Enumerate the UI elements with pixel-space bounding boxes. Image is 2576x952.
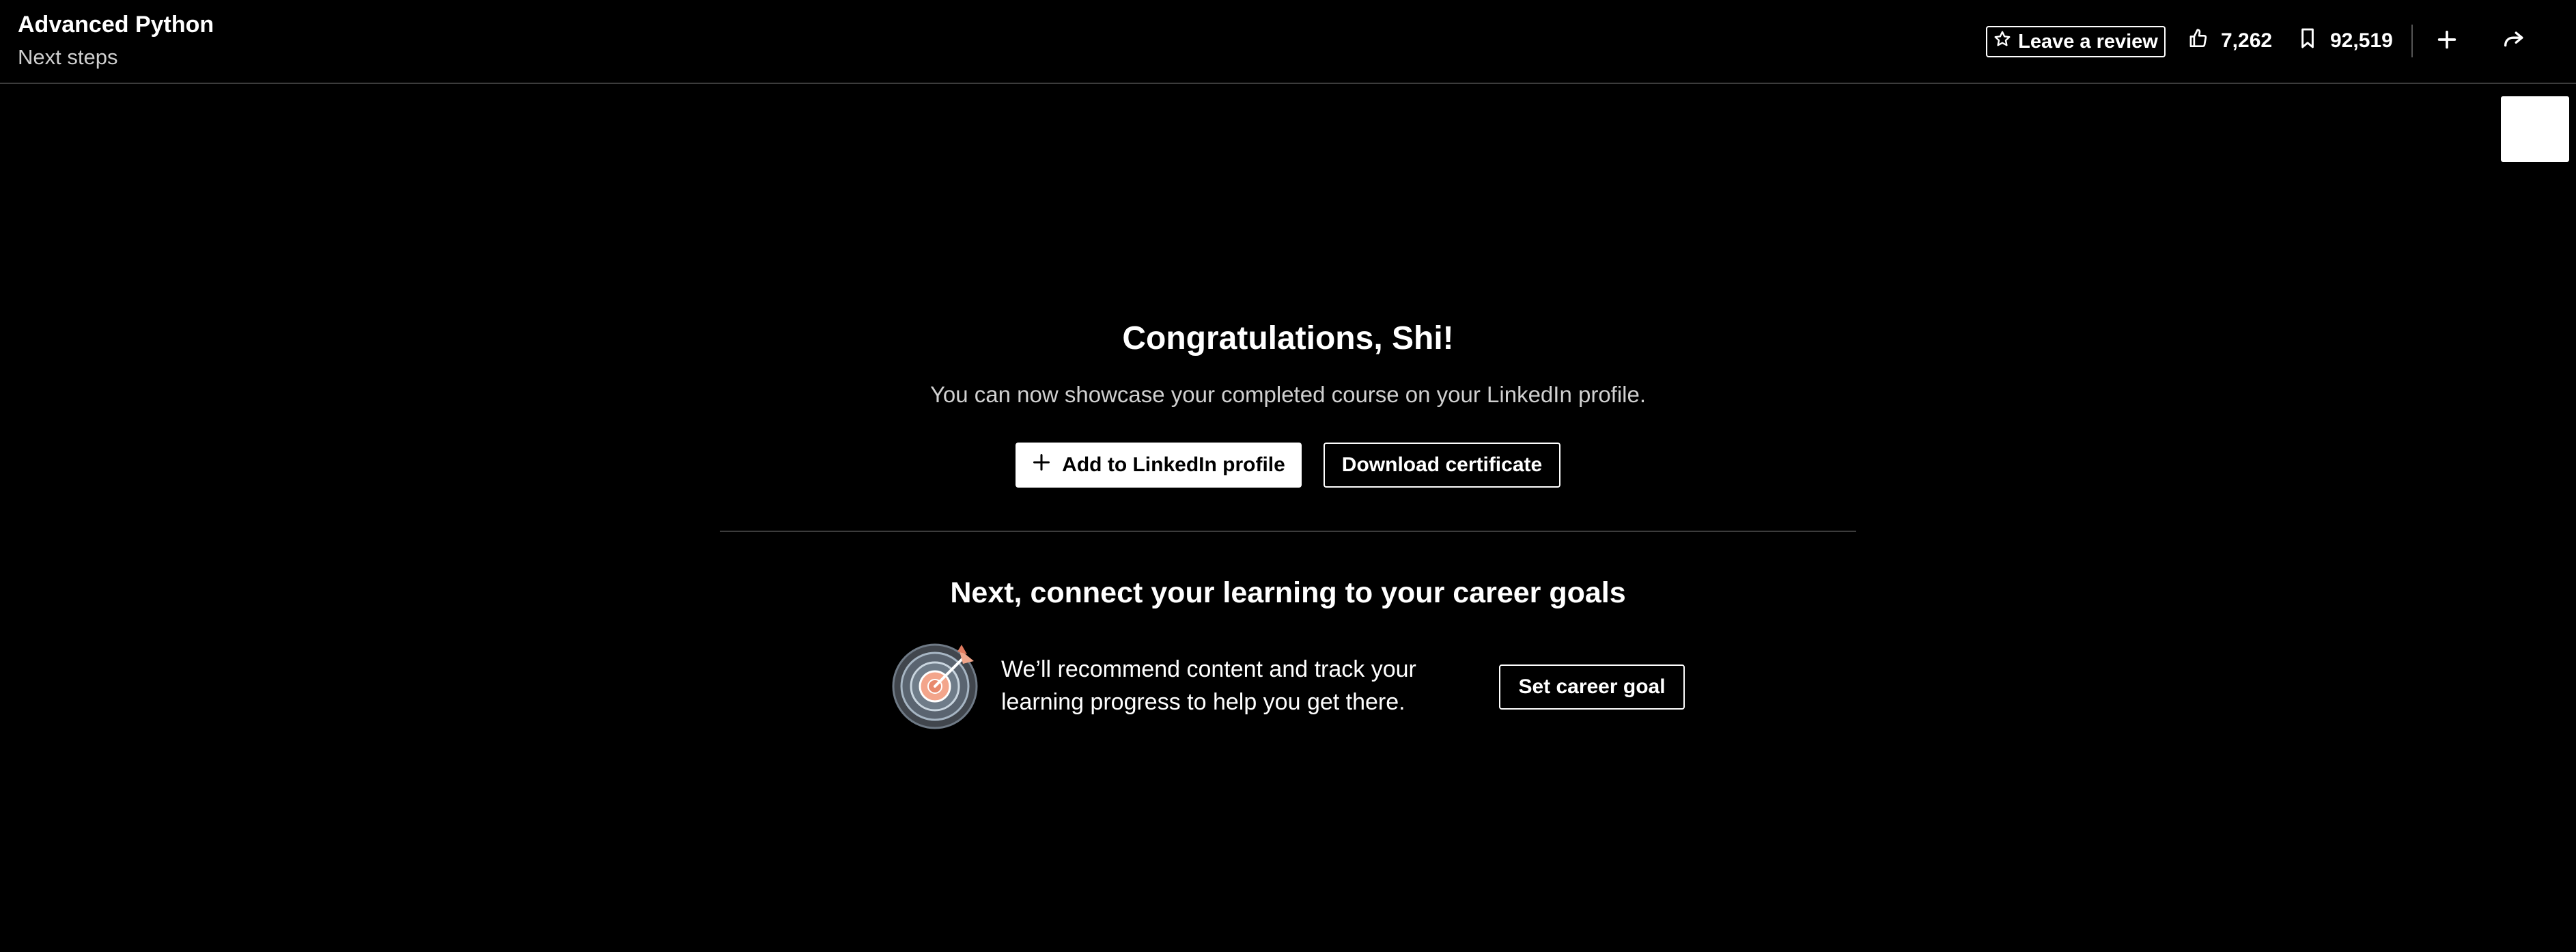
plus-icon xyxy=(1032,453,1051,477)
share-button[interactable] xyxy=(2493,20,2534,61)
thumbs-up-icon xyxy=(2188,27,2209,55)
leave-review-label: Leave a review xyxy=(2018,30,2158,53)
saves-count: 92,519 xyxy=(2330,29,2393,52)
share-arrow-icon xyxy=(2502,28,2525,55)
add-to-collection-button[interactable] xyxy=(2426,20,2467,61)
plus-icon xyxy=(2435,28,2459,55)
likes-button[interactable]: 7,262 xyxy=(2188,20,2272,61)
course-title[interactable]: Advanced Python xyxy=(18,10,214,40)
career-goals-heading: Next, connect your learning to your care… xyxy=(950,576,1626,609)
set-career-goal-button[interactable]: Set career goal xyxy=(1499,664,1685,710)
leave-review-button[interactable]: Leave a review xyxy=(1986,26,2166,57)
bookmark-icon xyxy=(2297,27,2318,55)
target-illustration xyxy=(892,643,978,729)
star-icon xyxy=(1993,30,2011,53)
add-to-linkedin-profile-button[interactable]: Add to LinkedIn profile xyxy=(1016,443,1302,488)
showcase-message: You can now showcase your completed cour… xyxy=(929,382,1647,407)
blank-panel xyxy=(2501,96,2569,162)
toolbar-divider xyxy=(2411,25,2413,57)
likes-count: 7,262 xyxy=(2221,29,2273,52)
section-title: Next steps xyxy=(18,45,118,69)
download-certificate-button[interactable]: Download certificate xyxy=(1324,443,1560,488)
top-bar: Advanced Python Next steps Leave a revie… xyxy=(0,0,2576,84)
certificate-actions: Add to LinkedIn profile Download certifi… xyxy=(1016,443,1560,488)
congratulations-heading: Congratulations, Shi! xyxy=(1122,320,1454,356)
section-divider xyxy=(720,531,1856,532)
saves-button[interactable]: 92,519 xyxy=(2297,20,2393,61)
add-to-linkedin-profile-label: Add to LinkedIn profile xyxy=(1062,453,1285,476)
career-goal-description: We’ll recommend content and track your l… xyxy=(1001,656,1416,715)
